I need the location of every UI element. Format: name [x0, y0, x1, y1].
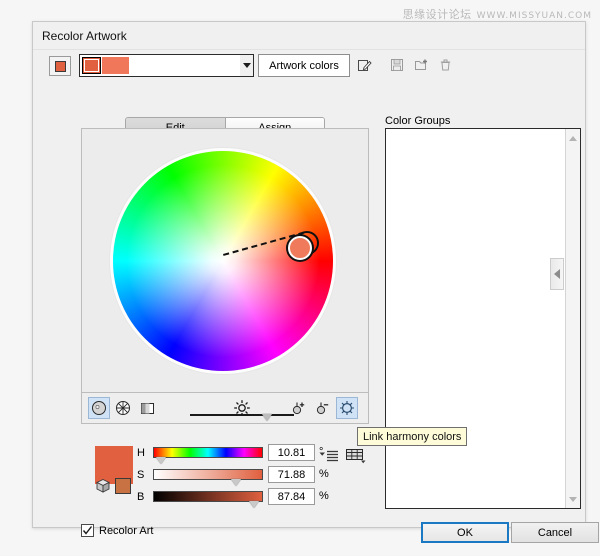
link-harmony-colors-icon[interactable] — [336, 397, 358, 419]
color-groups-scrollbar[interactable] — [565, 129, 580, 508]
tooltip: Link harmony colors — [357, 427, 467, 446]
watermark: 思缘设计论坛 WWW.MISSYUAN.COM — [403, 6, 592, 22]
color-mode-grid-icon[interactable] — [346, 448, 366, 464]
color-groups-label: Color Groups — [385, 115, 450, 127]
color-groups-panel[interactable] — [385, 128, 581, 509]
cancel-button-label: Cancel — [538, 527, 572, 539]
color-group-combo-arrow[interactable] — [240, 54, 254, 77]
brightness-slider-track[interactable] — [190, 414, 294, 416]
edit-color-group-icon[interactable] — [354, 55, 374, 75]
dialog-titlebar: Recolor Artwork — [33, 22, 585, 50]
brightness-label: B — [137, 491, 149, 503]
color-wheel[interactable] — [113, 151, 333, 371]
panel-menu-icon[interactable] — [319, 449, 339, 463]
chevron-down-glyph — [569, 497, 577, 502]
brightness-slider-thumb[interactable] — [262, 414, 272, 421]
scroll-up-icon[interactable] — [566, 131, 580, 145]
artwork-colors-label: Artwork colors — [269, 60, 339, 72]
brightness-unit: % — [319, 490, 329, 502]
brightness-value-field[interactable]: 87.84 — [268, 488, 315, 505]
ok-button-label: OK — [457, 527, 473, 539]
tooltip-text: Link harmony colors — [363, 431, 461, 443]
new-color-group-icon[interactable] — [411, 55, 431, 75]
color-swatch-2[interactable] — [102, 57, 129, 74]
remove-color-icon[interactable] — [312, 397, 334, 419]
current-color-chip — [55, 61, 66, 72]
watermark-text-cn: 思缘设计论坛 — [403, 8, 472, 21]
ok-button[interactable]: OK — [421, 522, 509, 543]
wheel-toolbar — [81, 393, 369, 424]
recolor-art-checkbox-wrap[interactable]: Recolor Art — [81, 524, 153, 537]
segmented-color-wheel-icon[interactable] — [112, 397, 134, 419]
color-mode-icon[interactable] — [95, 478, 111, 494]
color-group-combo[interactable] — [79, 54, 251, 77]
hue-slider-thumb[interactable] — [156, 457, 166, 464]
secondary-color-swatch[interactable] — [115, 478, 131, 494]
saturation-slider-track[interactable] — [153, 469, 263, 480]
recolor-art-label: Recolor Art — [99, 525, 153, 537]
recolor-art-checkbox[interactable] — [81, 524, 94, 537]
current-color-group-button[interactable] — [49, 56, 71, 76]
color-bars-icon[interactable] — [136, 397, 158, 419]
hue-value-field[interactable]: 10.81 — [268, 444, 315, 461]
artwork-colors-field[interactable]: Artwork colors — [258, 54, 350, 77]
watermark-url: WWW.MISSYUAN.COM — [477, 11, 592, 21]
cancel-button[interactable]: Cancel — [511, 522, 599, 543]
scroll-down-icon[interactable] — [566, 492, 580, 506]
saturation-label: S — [137, 469, 149, 481]
color-swatch-selected[interactable] — [82, 57, 101, 74]
collapse-panel-icon — [554, 269, 560, 279]
color-group-strip — [80, 55, 131, 76]
top-toolbar: Artwork colors — [33, 50, 585, 84]
harmony-marker-primary[interactable] — [288, 236, 312, 260]
saturation-value-field[interactable]: 71.88 — [268, 466, 315, 483]
brightness-slider-thumb[interactable] — [249, 501, 259, 508]
brightness-slider-track[interactable] — [153, 491, 263, 502]
chevron-down-icon — [243, 63, 251, 68]
collapse-panel-tab[interactable] — [550, 258, 564, 290]
hue-label: H — [137, 447, 149, 459]
add-color-icon[interactable] — [288, 397, 310, 419]
hue-slider-track[interactable] — [153, 447, 263, 458]
dialog-title: Recolor Artwork — [42, 29, 127, 43]
smooth-color-wheel-icon[interactable] — [88, 397, 110, 419]
save-icon[interactable] — [387, 55, 407, 75]
recolor-artwork-dialog: Recolor Artwork Artwork colors — [32, 21, 586, 528]
saturation-slider-thumb[interactable] — [231, 479, 241, 486]
chevron-up-glyph — [569, 136, 577, 141]
trash-icon[interactable] — [435, 55, 455, 75]
saturation-unit: % — [319, 468, 329, 480]
